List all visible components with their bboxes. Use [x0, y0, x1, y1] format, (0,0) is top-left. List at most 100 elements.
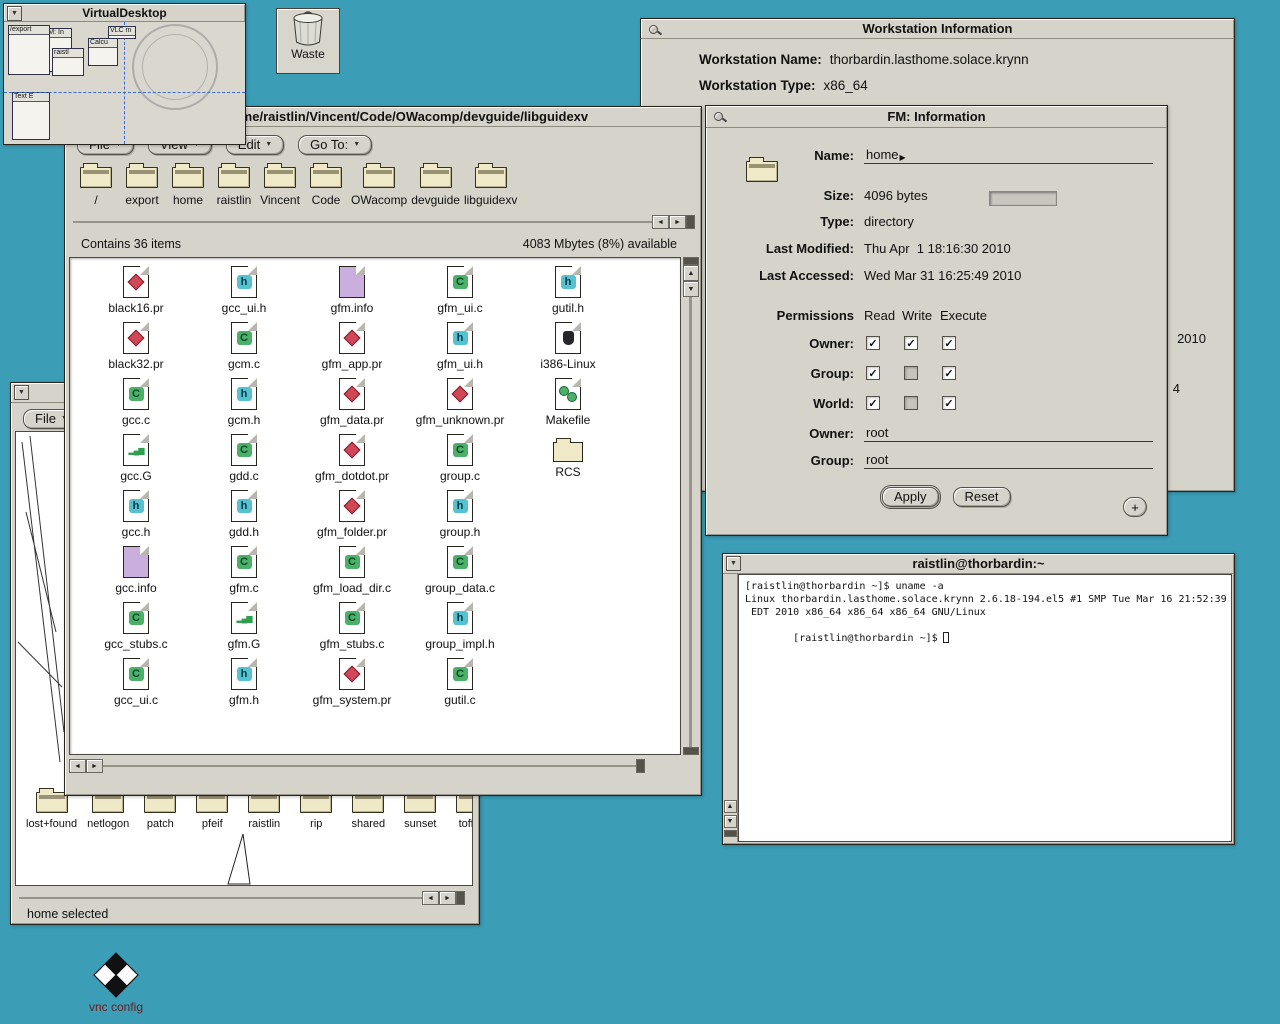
file-item[interactable]: gcc.G — [82, 434, 190, 490]
workstation-info-titlebar[interactable]: Workstation Information — [641, 19, 1234, 39]
pager-titlebar[interactable]: ▼ VirtualDesktop — [4, 4, 245, 22]
group-field[interactable]: root — [864, 452, 1153, 469]
write-checkbox[interactable] — [904, 396, 918, 410]
file-item[interactable]: gcm.h — [190, 378, 298, 434]
vertical-scrollbar[interactable]: ▲ ▼ — [683, 257, 699, 755]
scroll-right-icon[interactable]: ► — [86, 759, 103, 773]
folder-item[interactable]: shared — [347, 792, 389, 830]
path-folder[interactable]: raistlin — [213, 167, 255, 207]
file-item[interactable]: gfm_folder.pr — [298, 490, 406, 546]
file-item[interactable]: gfm_app.pr — [298, 322, 406, 378]
pager-mini-window[interactable]: Calcu — [88, 38, 118, 66]
path-folder[interactable]: OWacomp — [351, 167, 407, 207]
scroll-left-icon[interactable]: ◄ — [69, 759, 86, 773]
file-item[interactable]: gcc_ui.h — [190, 266, 298, 322]
scroll-down-icon[interactable]: ▼ — [683, 281, 699, 297]
scroll-right-icon[interactable]: ► — [669, 215, 686, 229]
pager-body[interactable]: /export FM: In raistl Calcu VLC m Text E — [4, 22, 245, 144]
read-checkbox[interactable] — [866, 336, 880, 350]
file-item[interactable]: black16.pr — [82, 266, 190, 322]
path-folder[interactable]: libguidexv — [464, 167, 517, 207]
read-checkbox[interactable] — [866, 396, 880, 410]
scrollbar-track[interactable] — [683, 297, 699, 747]
file-item[interactable]: black32.pr — [82, 322, 190, 378]
fm-information-titlebar[interactable]: FM: Information — [706, 106, 1167, 128]
folder-item[interactable]: sunset — [399, 792, 441, 830]
path-folder[interactable]: devguide — [411, 167, 460, 207]
pushpin-icon[interactable] — [648, 23, 662, 37]
terminal-scrollbar[interactable]: ▲ ▼ — [723, 574, 738, 842]
file-item[interactable]: gfm.c — [190, 546, 298, 602]
name-field[interactable]: home ▶ — [864, 147, 1153, 164]
file-item[interactable]: gfm_data.pr — [298, 378, 406, 434]
file-item[interactable]: gcc.h — [82, 490, 190, 546]
file-item[interactable]: group_impl.h — [406, 602, 514, 658]
folder-item[interactable]: pfeif — [191, 792, 233, 830]
folder-item[interactable]: netlogon — [87, 792, 129, 830]
pager-mini-window[interactable]: VLC m — [108, 26, 136, 39]
pager-mini-window[interactable]: Text E — [12, 92, 50, 140]
file-item[interactable]: gutil.c — [406, 658, 514, 714]
file-item[interactable]: gfm_stubs.c — [298, 602, 406, 658]
file-item[interactable]: i386-Linux — [514, 322, 622, 378]
scroll-left-icon[interactable]: ◄ — [422, 891, 439, 905]
path-folder[interactable]: Vincent — [259, 167, 301, 207]
write-checkbox[interactable] — [904, 366, 918, 380]
pager-mini-window[interactable]: /export — [8, 25, 50, 75]
file-item[interactable]: gdd.c — [190, 434, 298, 490]
window-menu-icon[interactable]: ▼ — [7, 6, 22, 21]
pushpin-icon[interactable] — [713, 110, 727, 124]
horizontal-scrollbar[interactable]: ◄ ► — [19, 891, 465, 905]
terminal-titlebar[interactable]: ▼ raistlin@thorbardin:~ — [723, 554, 1234, 574]
expand-button[interactable]: + — [1123, 497, 1147, 517]
folder-item[interactable]: patch — [139, 792, 181, 830]
file-item[interactable]: gcc.info — [82, 546, 190, 602]
scrollbar-track[interactable] — [73, 215, 652, 229]
file-item[interactable]: gfm_ui.h — [406, 322, 514, 378]
scrollbar-track[interactable] — [19, 891, 422, 905]
file-item[interactable]: RCS — [514, 434, 622, 490]
terminal-output[interactable]: [raistlin@thorbardin ~]$ uname -aLinux t… — [738, 574, 1232, 842]
window-menu-icon[interactable]: ▼ — [14, 385, 29, 400]
horizontal-scrollbar[interactable]: ◄ ► — [69, 759, 645, 773]
read-checkbox[interactable] — [866, 366, 880, 380]
path-scrollbar[interactable]: ◄ ► — [73, 215, 695, 229]
file-item[interactable]: gcm.c — [190, 322, 298, 378]
execute-checkbox[interactable] — [942, 366, 956, 380]
owner-field[interactable]: root — [864, 425, 1153, 442]
menu-button[interactable]: Go To: ▼ — [298, 135, 372, 155]
window-menu-icon[interactable]: ▼ — [726, 556, 741, 571]
vnc-config-icon[interactable]: vnc config — [80, 952, 152, 1024]
file-item[interactable]: gfm_unknown.pr — [406, 378, 514, 434]
file-item[interactable]: gutil.h — [514, 266, 622, 322]
file-item[interactable]: gdd.h — [190, 490, 298, 546]
path-folder[interactable]: / — [75, 167, 117, 207]
file-item[interactable]: gfm_system.pr — [298, 658, 406, 714]
scrollbar-track[interactable] — [103, 759, 636, 773]
reset-button[interactable]: Reset — [953, 487, 1011, 507]
folder-item[interactable]: raistlin — [243, 792, 285, 830]
execute-checkbox[interactable] — [942, 396, 956, 410]
file-item[interactable]: Makefile — [514, 378, 622, 434]
file-item[interactable]: group_data.c — [406, 546, 514, 602]
file-item[interactable]: gfm.h — [190, 658, 298, 714]
scroll-up-icon[interactable]: ▲ — [724, 800, 737, 813]
folder-item[interactable]: lost+found — [26, 792, 77, 830]
file-item[interactable]: gfm.info — [298, 266, 406, 322]
scroll-left-icon[interactable]: ◄ — [652, 215, 669, 229]
path-folder[interactable]: home — [167, 167, 209, 207]
pager-mini-window[interactable]: raistl — [52, 48, 84, 76]
apply-button[interactable]: Apply — [882, 487, 939, 507]
file-item[interactable]: gcc_ui.c — [82, 658, 190, 714]
scroll-up-icon[interactable]: ▲ — [683, 265, 699, 281]
folder-item[interactable]: toffee — [451, 792, 473, 830]
write-checkbox[interactable] — [904, 336, 918, 350]
file-item[interactable]: group.c — [406, 434, 514, 490]
path-folder[interactable]: Code — [305, 167, 347, 207]
waste-basket[interactable]: Waste — [276, 8, 340, 74]
file-item[interactable]: gcc_stubs.c — [82, 602, 190, 658]
file-item[interactable]: gfm_ui.c — [406, 266, 514, 322]
file-item[interactable]: group.h — [406, 490, 514, 546]
file-item[interactable]: gfm.G — [190, 602, 298, 658]
folder-item[interactable]: rip — [295, 792, 337, 830]
